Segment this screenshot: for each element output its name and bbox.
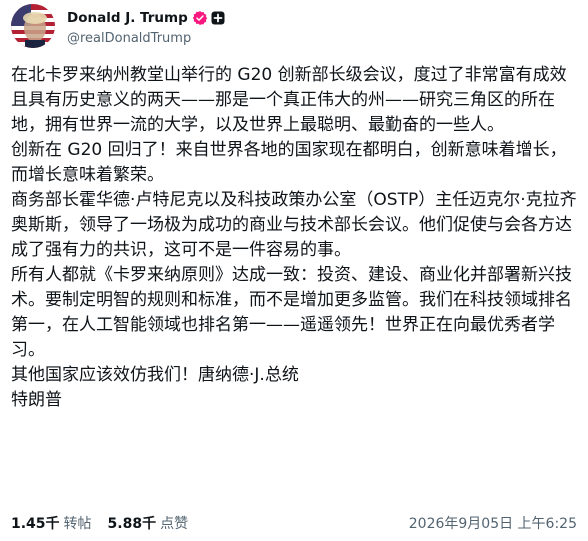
- post-header: Donald J. Trump @realDonaldTrump: [11, 4, 577, 48]
- likes-count: 5.88千: [107, 516, 157, 532]
- post-body: 在北卡罗来纳州教堂山举行的 G20 创新部长级会议，度过了非常富有成效且具有历史…: [11, 63, 579, 413]
- post-paragraph: 特朗普: [11, 390, 62, 410]
- reposts-stat[interactable]: 1.45千 转帖: [11, 513, 92, 533]
- verified-badge-icon: [192, 11, 207, 25]
- name-row: Donald J. Trump: [67, 8, 225, 28]
- avatar-image: [11, 4, 55, 48]
- likes-label: 点赞: [160, 516, 189, 532]
- post-paragraph: 在北卡罗来纳州教堂山举行的 G20 创新部长级会议，度过了非常富有成效且具有历史…: [11, 65, 567, 135]
- post-timestamp[interactable]: 2026年9月05日 上午6:25: [409, 513, 577, 533]
- post-paragraph: 商务部长霍华德·卢特尼克以及科技政策办公室（OSTP）主任迈克尔·克拉齐奥斯斯，…: [11, 190, 577, 260]
- likes-stat[interactable]: 5.88千 点赞: [108, 513, 189, 533]
- post-paragraph: 所有人都就《卡罗来纳原则》达成一致：投资、建设、商业化并部署新兴技术。要制定明智…: [11, 265, 572, 360]
- reposts-count: 1.45千: [11, 516, 60, 532]
- display-name[interactable]: Donald J. Trump: [67, 10, 188, 26]
- author-handle[interactable]: @realDonaldTrump: [67, 31, 225, 46]
- reposts-label: 转帖: [63, 516, 92, 532]
- post-footer: 1.45千 转帖 5.88千 点赞 2026年9月05日 上午6:25: [11, 511, 577, 535]
- author-info: Donald J. Trump @realDonaldTrump: [67, 8, 225, 46]
- avatar[interactable]: [11, 4, 55, 48]
- post-paragraph: 创新在 G20 回归了！来自世界各地的国家现在都明白，创新意味着增长，而增长意味…: [11, 140, 567, 185]
- affiliate-badge-icon: [211, 11, 225, 25]
- post-paragraph: 其他国家应该效仿我们！唐纳德·J.总统: [11, 365, 299, 385]
